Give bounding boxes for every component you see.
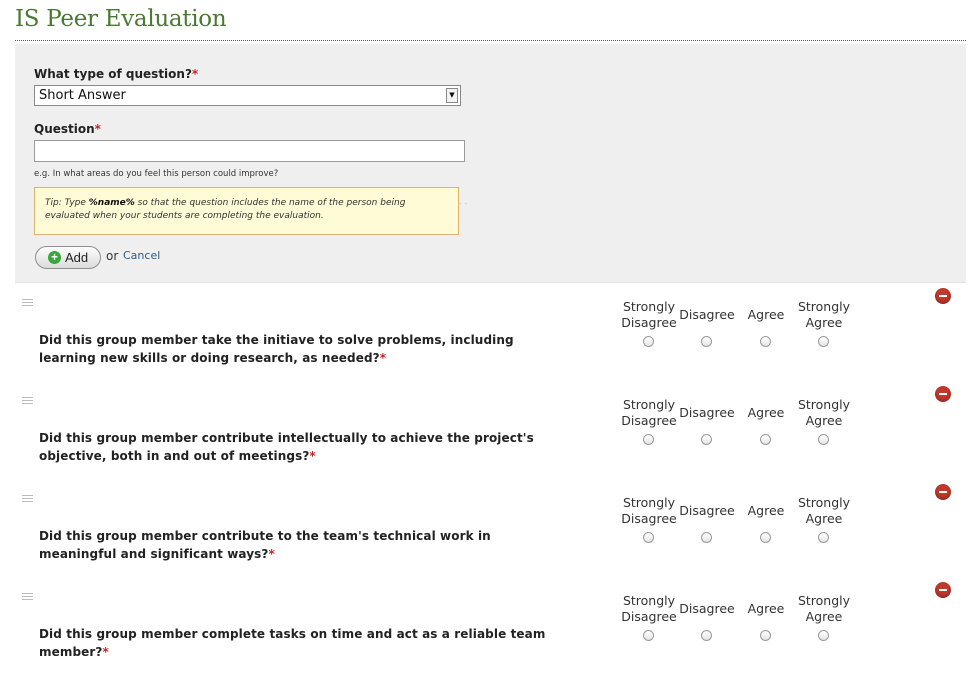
chevron-down-icon: ▼ — [446, 88, 458, 103]
drag-handle-icon[interactable] — [22, 397, 33, 406]
rating-radio[interactable] — [643, 434, 654, 445]
page-title: IS Peer Evaluation — [15, 6, 227, 32]
question-input[interactable] — [34, 140, 465, 162]
rating-radio[interactable] — [701, 630, 712, 641]
rating-radio[interactable] — [760, 630, 771, 641]
drag-handle-icon[interactable] — [22, 299, 33, 308]
question-type-label: What type of question?* — [34, 67, 199, 81]
minus-circle-icon[interactable] — [935, 582, 951, 598]
scale-label: Strongly Agree — [797, 495, 851, 526]
tip-box: Tip: Type %name% so that the question in… — [34, 187, 459, 235]
rating-radio[interactable] — [818, 434, 829, 445]
rating-radio[interactable] — [643, 532, 654, 543]
rating-radio[interactable] — [760, 532, 771, 543]
rating-radio[interactable] — [760, 434, 771, 445]
rating-radio[interactable] — [701, 532, 712, 543]
drag-handle-icon[interactable] — [22, 593, 33, 602]
rating-radio[interactable] — [818, 532, 829, 543]
minus-circle-icon[interactable] — [935, 386, 951, 402]
rating-radio[interactable] — [643, 336, 654, 347]
or-text: or — [106, 249, 119, 263]
question-item: Did this group member take the initiave … — [0, 285, 979, 383]
plus-circle-icon: + — [48, 251, 61, 264]
question-text: Did this group member complete tasks on … — [39, 627, 546, 659]
rating-radio[interactable] — [818, 336, 829, 347]
rating-radio[interactable] — [643, 630, 654, 641]
rating-radio[interactable] — [818, 630, 829, 641]
tip-prefix: Tip: Type — [45, 198, 89, 208]
minus-circle-icon[interactable] — [935, 484, 951, 500]
drag-handle-icon[interactable] — [22, 495, 33, 504]
add-button[interactable]: + Add — [35, 246, 101, 269]
question-item: Did this group member contribute to the … — [0, 481, 979, 579]
new-question-form: What type of question?* Short Answer ▼ Q… — [15, 44, 966, 283]
rating-radio[interactable] — [701, 434, 712, 445]
question-item: Did this group member contribute intelle… — [0, 383, 979, 481]
title-divider — [15, 40, 966, 41]
question-text: Did this group member contribute to the … — [39, 529, 491, 561]
question-type-value: Short Answer — [39, 88, 126, 103]
scale-label: Strongly Agree — [797, 593, 851, 624]
tip-token: %name% — [88, 198, 135, 208]
rating-radio[interactable] — [701, 336, 712, 347]
question-type-select[interactable]: Short Answer ▼ — [34, 85, 461, 106]
question-hint: e.g. In what areas do you feel this pers… — [34, 169, 279, 179]
cancel-link[interactable]: Cancel — [123, 249, 160, 262]
scale-label: Strongly Agree — [797, 397, 851, 428]
scale-label: Strongly Agree — [797, 299, 851, 330]
rating-radio[interactable] — [760, 336, 771, 347]
tip-pointer: - - — [459, 199, 468, 208]
question-text: Did this group member contribute intelle… — [39, 431, 534, 463]
minus-circle-icon[interactable] — [935, 288, 951, 304]
question-label: Question* — [34, 122, 101, 136]
question-text: Did this group member take the initiave … — [39, 333, 514, 365]
question-item: Did this group member complete tasks on … — [0, 579, 979, 677]
